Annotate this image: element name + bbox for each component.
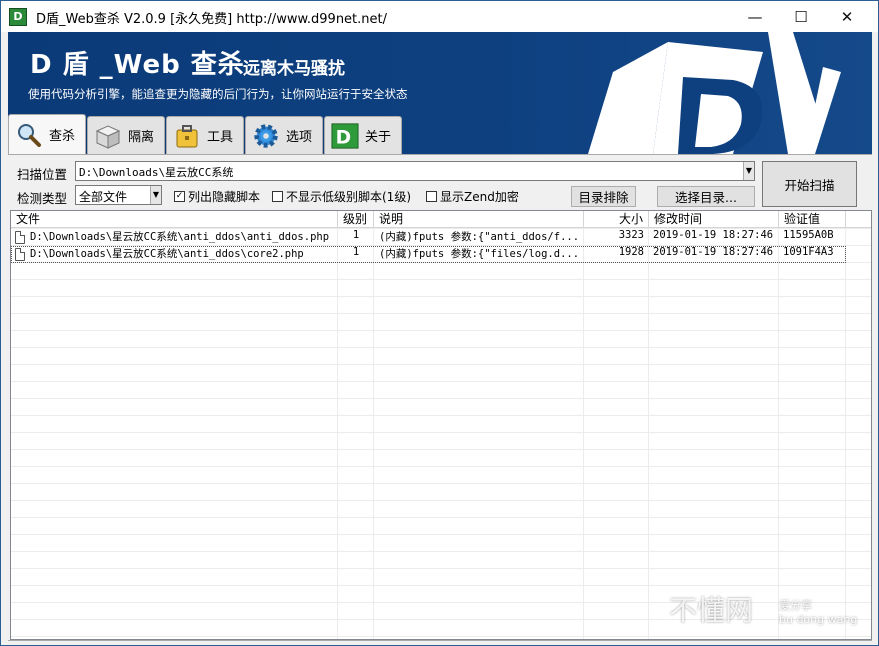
tab-options[interactable]: 选项 [245,116,323,154]
cell-hash: 11595A0B [783,229,834,241]
choose-dir-button[interactable]: 选择目录... [657,186,755,207]
checkbox-checked-icon[interactable]: ✓ [174,191,185,202]
cell-description: (内藏)fputs 参数:{"files/log.d... [379,248,580,260]
table-grid [11,228,871,639]
zend-label: 显示Zend加密 [440,190,519,204]
column-header-size[interactable]: 大小 [584,211,649,228]
exclude-dirs-button[interactable]: 目录排除 [571,186,636,207]
table-row[interactable]: D:\Downloads\星云放CC系统\anti_ddos\core2.php… [11,246,846,263]
hide-low-level-checkbox[interactable]: 不显示低级别脚本(1级) [272,188,411,205]
column-header-level[interactable]: 级别 [338,211,374,228]
tab-scan-label: 查杀 [49,129,76,144]
cell-modified: 2019-01-19 18:27:46 [653,229,774,241]
table-row[interactable]: D:\Downloads\星云放CC系统\anti_ddos\anti_ddos… [11,229,846,246]
column-header-description[interactable]: 说明 [374,211,584,228]
column-divider [648,228,649,639]
tab-quarantine[interactable]: 隔离 [87,116,165,154]
detect-type-value: 全部文件 [79,190,128,204]
column-header-hash[interactable]: 验证值 [779,211,846,228]
detect-type-select[interactable]: 全部文件 ▼ [75,185,162,205]
hide-low-level-label: 不显示低级别脚本(1级) [286,190,411,204]
app-icon: D [9,8,27,26]
minimize-button[interactable]: — [732,1,778,32]
tab-tools-label: 工具 [207,130,234,145]
box-icon [94,122,122,150]
svg-text:D: D [336,127,352,148]
tab-tools[interactable]: 工具 [166,116,244,154]
window-title: D盾_Web查杀 V2.0.9 [永久免费] http://www.d99net… [36,12,388,27]
tab-about-label: 关于 [365,130,392,145]
watermark-subtext: 爱分享 bu dong wang [779,599,857,627]
watermark-tagline: 爱分享 [779,599,812,612]
watermark-logo: 不懂网 [669,594,754,627]
scan-path-value: D:\Downloads\星云放CC系统 [79,166,234,179]
file-icon [15,248,25,261]
app-window: D D盾_Web查杀 V2.0.9 [永久免费] http://www.d99n… [0,0,879,646]
column-divider [373,228,374,639]
gear-icon [252,122,280,150]
hidden-scripts-label: 列出隐藏脚本 [188,190,261,204]
detect-type-label: 检测类型 [17,191,68,206]
tab-strip: 查杀 隔离 工具 选项 D 关于 [8,114,403,156]
watermark-pinyin: bu dong wang [779,613,858,626]
start-scan-button[interactable]: 开始扫描 [762,161,857,207]
d-shield-logo [588,32,841,154]
tab-options-label: 选项 [286,130,313,145]
chevron-down-icon[interactable]: ▼ [150,186,161,204]
cell-file: D:\Downloads\星云放CC系统\anti_ddos\anti_ddos… [30,231,330,243]
title-bar[interactable]: D D盾_Web查杀 V2.0.9 [永久免费] http://www.d99n… [1,1,878,32]
tab-scan[interactable]: 查杀 [8,114,86,154]
column-divider [778,228,779,639]
zend-checkbox[interactable]: 显示Zend加密 [426,188,519,205]
cell-size: 1928 [618,246,644,258]
scan-path-combobox[interactable]: D:\Downloads\星云放CC系统 ▼ [75,161,755,181]
column-divider [583,228,584,639]
column-divider [337,228,338,639]
table-header: 文件 级别 说明 大小 修改时间 验证值 [11,211,871,228]
brand-title: D 盾 _Web 查杀 [30,50,245,80]
magnifier-icon [15,121,43,149]
cell-hash: 1091F4A3 [783,246,834,258]
cell-file: D:\Downloads\星云放CC系统\anti_ddos\core2.php [30,248,304,260]
brand-slogan: 远离木马骚扰 [243,59,345,79]
cell-modified: 2019-01-19 18:27:46 [653,246,774,258]
d-logo-icon: D [331,122,359,150]
scan-location-label: 扫描位置 [17,167,68,182]
scan-options-panel: 扫描位置 D:\Downloads\星云放CC系统 ▼ 检测类型 全部文件 ▼ … [8,154,872,210]
tab-about[interactable]: D 关于 [324,116,402,154]
toolbox-icon [173,122,201,150]
column-divider [845,228,846,639]
cell-size: 3323 [618,229,644,241]
chevron-down-icon[interactable]: ▼ [743,162,754,180]
file-icon [15,231,25,244]
checkbox-unchecked-icon[interactable] [272,191,283,202]
hidden-scripts-checkbox[interactable]: ✓ 列出隐藏脚本 [174,188,260,205]
brand-description: 使用代码分析引擎，能追查更为隐藏的后门行为，让你网站运行于安全状态 [28,87,408,101]
results-table[interactable]: 文件 级别 说明 大小 修改时间 验证值 D:\Downloads\星云放CC系… [10,210,872,640]
cell-level: 1 [352,246,360,258]
column-header-file[interactable]: 文件 [11,211,338,228]
checkbox-unchecked-icon[interactable] [426,191,437,202]
close-button[interactable]: ✕ [824,1,870,32]
cell-description: (内藏)fputs 参数:{"anti_ddos/f... [379,231,580,243]
tab-quarantine-label: 隔离 [128,130,155,145]
column-header-modified[interactable]: 修改时间 [649,211,779,228]
status-bar [8,640,872,645]
cell-level: 1 [352,229,360,241]
maximize-button[interactable]: ☐ [778,1,824,32]
